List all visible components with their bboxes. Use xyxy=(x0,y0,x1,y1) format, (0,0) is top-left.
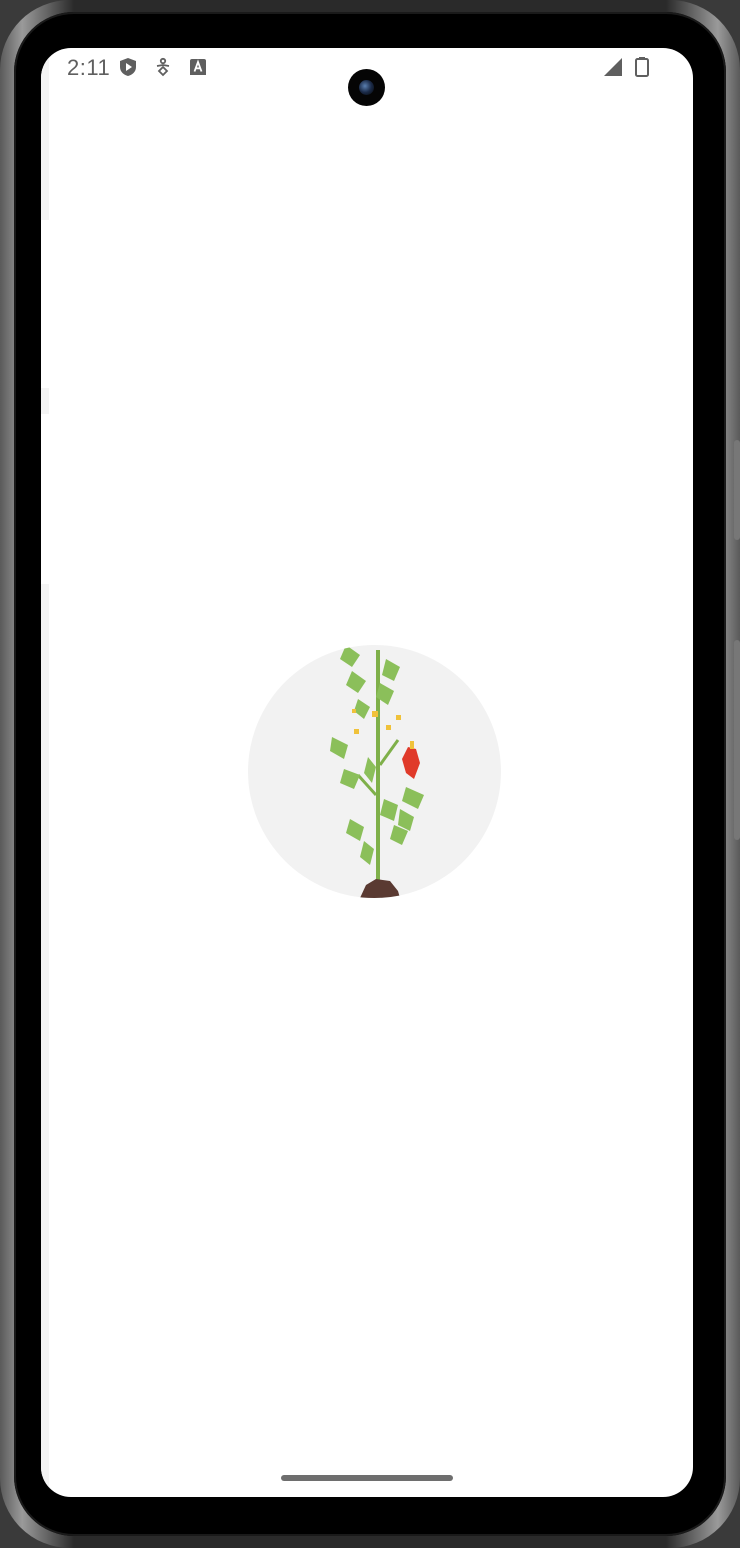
volume-button xyxy=(734,640,740,840)
keyboard-a-icon xyxy=(190,59,206,75)
status-time: 2:11 xyxy=(67,55,111,80)
front-camera xyxy=(348,69,385,106)
splash-logo-circle xyxy=(248,645,501,898)
accessibility-icon xyxy=(156,57,170,77)
power-button xyxy=(734,440,740,540)
phone-frame: 2:11 xyxy=(0,0,740,1548)
app-screen: 2:11 xyxy=(41,48,693,1497)
left-edge-strip xyxy=(41,48,49,1497)
battery-icon xyxy=(635,57,649,77)
gesture-nav-handle[interactable] xyxy=(281,1475,453,1481)
signal-icon xyxy=(604,58,622,76)
plant-icon xyxy=(330,645,424,898)
play-protect-icon xyxy=(120,58,136,76)
